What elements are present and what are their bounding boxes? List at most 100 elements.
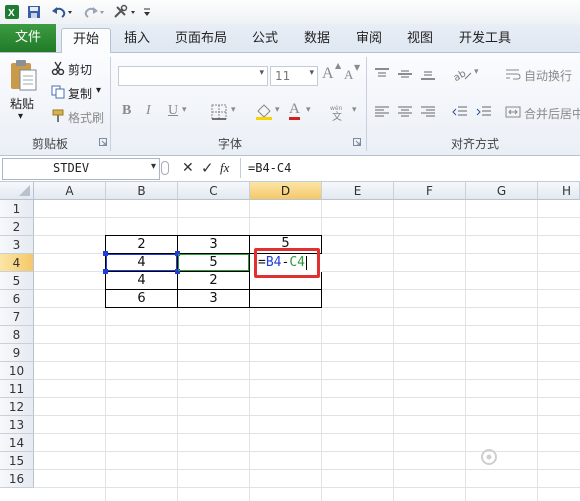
- align-middle-icon[interactable]: [395, 65, 415, 83]
- tab-formulas[interactable]: 公式: [243, 28, 287, 52]
- row-header-14[interactable]: 14: [0, 434, 34, 452]
- quick-access-toolbar: X: [0, 0, 580, 25]
- column-header-e[interactable]: E: [322, 182, 394, 200]
- cell-c6[interactable]: 3: [177, 289, 250, 308]
- font-family-select[interactable]: ▾: [118, 66, 268, 86]
- tab-data[interactable]: 数据: [295, 28, 339, 52]
- merge-center-button[interactable]: 合并后居中: [524, 105, 580, 122]
- increase-indent-icon[interactable]: [474, 103, 494, 121]
- align-left-icon[interactable]: [372, 103, 392, 121]
- row-header-10[interactable]: 10: [0, 362, 34, 380]
- tab-view[interactable]: 视图: [398, 28, 442, 52]
- worksheet-grid[interactable]: A B C D E F G H 1 2 3 4 5 6 7 8 9 10 11 …: [0, 182, 580, 501]
- decrease-indent-icon[interactable]: [450, 103, 470, 121]
- tools-icon[interactable]: [112, 3, 138, 21]
- reference-highlight-b4: [106, 254, 177, 271]
- align-bottom-icon[interactable]: [418, 65, 438, 83]
- copy-dropdown-icon[interactable]: ▾: [96, 85, 101, 96]
- cell-b6[interactable]: 6: [105, 289, 178, 308]
- save-icon[interactable]: [26, 3, 42, 21]
- row-header-1[interactable]: 1: [0, 200, 34, 218]
- fill-color-icon[interactable]: [253, 102, 275, 122]
- reference-handle[interactable]: [103, 269, 108, 274]
- cell-d6[interactable]: [249, 289, 322, 308]
- formula-input[interactable]: =B4-C4: [240, 158, 580, 178]
- underline-button[interactable]: U: [168, 103, 178, 119]
- tab-page-layout[interactable]: 页面布局: [168, 28, 234, 52]
- clipboard-group-label: 剪贴板: [31, 137, 68, 151]
- tab-file[interactable]: 文件: [0, 24, 56, 52]
- resize-handle[interactable]: [161, 161, 169, 175]
- tab-home[interactable]: 开始: [61, 28, 111, 54]
- orientation-icon[interactable]: ab: [450, 64, 474, 84]
- paste-label[interactable]: 粘贴: [10, 95, 34, 112]
- undo-icon[interactable]: [50, 3, 74, 21]
- align-top-icon[interactable]: [372, 65, 392, 83]
- chevron-down-icon[interactable]: ▾: [151, 161, 156, 172]
- italic-button[interactable]: I: [146, 103, 151, 119]
- align-right-icon[interactable]: [418, 103, 438, 121]
- copy-button[interactable]: 复制: [68, 85, 92, 102]
- name-box[interactable]: STDEV ▾: [2, 158, 160, 180]
- row-header-15[interactable]: 15: [0, 452, 34, 470]
- tab-insert[interactable]: 插入: [114, 28, 160, 52]
- chevron-down-icon[interactable]: ▾: [275, 105, 280, 115]
- font-color-button[interactable]: A: [289, 102, 300, 120]
- row-header-5[interactable]: 5: [0, 272, 34, 290]
- chevron-down-icon[interactable]: ▾: [474, 67, 479, 77]
- tab-review[interactable]: 审阅: [347, 28, 391, 52]
- cut-button[interactable]: 剪切: [68, 61, 92, 78]
- column-header-b[interactable]: B: [106, 182, 178, 200]
- row-header-8[interactable]: 8: [0, 326, 34, 344]
- tab-developer[interactable]: 开发工具: [452, 28, 518, 52]
- clipboard-launcher-icon[interactable]: [98, 137, 108, 147]
- font-size-select[interactable]: 11 ▾: [270, 66, 318, 86]
- row-header-12[interactable]: 12: [0, 398, 34, 416]
- chevron-down-icon[interactable]: ▾: [182, 105, 187, 115]
- grow-font-button[interactable]: A: [322, 65, 334, 83]
- customize-qat-icon[interactable]: [141, 3, 153, 21]
- align-center-icon[interactable]: [395, 103, 415, 121]
- paste-dropdown-icon[interactable]: ▾: [18, 111, 23, 122]
- row-header-9[interactable]: 9: [0, 344, 34, 362]
- gridline: [34, 379, 580, 380]
- column-header-a[interactable]: A: [34, 182, 106, 200]
- row-header-7[interactable]: 7: [0, 308, 34, 326]
- bold-button[interactable]: B: [122, 103, 131, 119]
- gridline: [34, 325, 580, 326]
- phonetic-icon[interactable]: wén 文: [327, 102, 351, 122]
- cell-c5[interactable]: 2: [177, 271, 250, 290]
- cancel-icon[interactable]: ✕: [182, 160, 194, 176]
- row-header-2[interactable]: 2: [0, 218, 34, 236]
- format-painter-button[interactable]: 格式刷: [68, 109, 104, 126]
- row-header-16[interactable]: 16: [0, 470, 34, 488]
- column-header-h[interactable]: H: [538, 182, 580, 200]
- row-header-3[interactable]: 3: [0, 236, 34, 254]
- insert-function-icon[interactable]: fx: [220, 160, 229, 176]
- column-header-d[interactable]: D: [250, 182, 322, 200]
- column-header-f[interactable]: F: [394, 182, 466, 200]
- font-launcher-icon[interactable]: [352, 137, 362, 147]
- chevron-down-icon[interactable]: ▾: [231, 105, 236, 115]
- cell-b5[interactable]: 4: [105, 271, 178, 290]
- chevron-down-icon[interactable]: ▾: [306, 105, 311, 115]
- cell-c3[interactable]: 3: [177, 235, 250, 254]
- column-header-g[interactable]: G: [466, 182, 538, 200]
- cell-b3[interactable]: 2: [105, 235, 178, 254]
- redo-icon[interactable]: [82, 3, 106, 21]
- row-header-4[interactable]: 4: [0, 254, 34, 272]
- wrap-text-button[interactable]: 自动换行: [524, 67, 572, 84]
- paste-icon[interactable]: [6, 57, 40, 93]
- row-header-6[interactable]: 6: [0, 290, 34, 308]
- enter-icon[interactable]: ✓: [201, 159, 214, 177]
- format-painter-icon: [50, 108, 66, 124]
- reference-handle[interactable]: [103, 251, 108, 256]
- shrink-font-button[interactable]: A: [344, 67, 353, 83]
- row-header-13[interactable]: 13: [0, 416, 34, 434]
- column-header-c[interactable]: C: [178, 182, 250, 200]
- select-all-corner[interactable]: [0, 182, 34, 200]
- row-header-11[interactable]: 11: [0, 380, 34, 398]
- chevron-down-icon[interactable]: ▾: [352, 105, 357, 115]
- svg-text:X: X: [8, 8, 15, 19]
- borders-icon[interactable]: [209, 103, 229, 121]
